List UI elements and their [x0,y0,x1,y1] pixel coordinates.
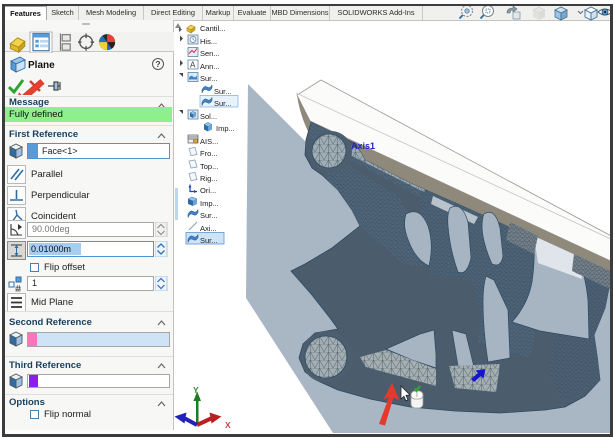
svg-text:Y: Y [193,385,199,395]
svg-text:Axis1: Axis1 [351,141,375,151]
svg-text:X: X [225,420,231,430]
svg-text:#: # [16,284,21,292]
svg-text:A: A [190,61,196,70]
